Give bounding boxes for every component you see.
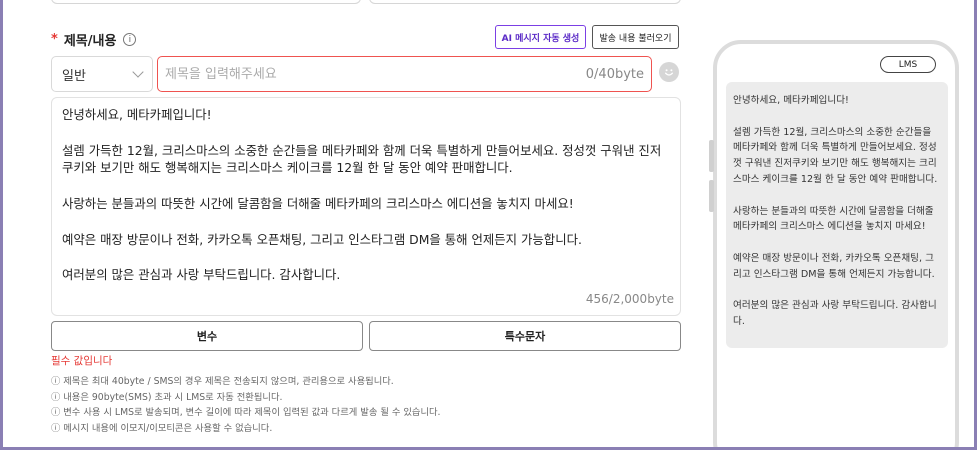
help-notes: ⓘ 제목은 최대 40byte / SMS의 경우 제목은 전송되지 않으며, … (51, 374, 441, 436)
message-byte-counter: 456/2,000byte (585, 292, 674, 307)
preview-message-bubble: 안녕하세요, 메타카페입니다! 설렘 가득한 12월, 크리스마스의 소중한 순… (726, 82, 948, 348)
phone-side-button (709, 180, 714, 212)
load-content-button[interactable]: 발송 내용 불러오기 (592, 25, 679, 49)
message-type-select[interactable]: 일반 (51, 56, 153, 92)
message-type-value: 일반 (62, 68, 86, 84)
phone-side-button (709, 140, 714, 172)
message-body-text: 안녕하세요, 메타카페입니다! 설렘 가득한 12월, 크리스마스의 소중한 순… (62, 107, 662, 283)
help-note: ⓘ 메시지 내용에 이모지/이모티콘은 사용할 수 없습니다. (51, 422, 273, 434)
message-body-textarea[interactable]: 안녕하세요, 메타카페입니다! 설렘 가득한 12월, 크리스마스의 소중한 순… (51, 97, 681, 316)
help-note: ⓘ 제목은 최대 40byte / SMS의 경우 제목은 전송되지 않으며, … (51, 376, 394, 387)
previous-field-right (369, 0, 681, 4)
ai-generate-button[interactable]: AI 메시지 자동 생성 (495, 25, 586, 49)
title-byte-counter: 0/40byte (585, 66, 644, 82)
title-input[interactable] (165, 66, 545, 82)
info-icon[interactable]: i (123, 33, 137, 46)
help-note: ⓘ 내용은 90byte(SMS) 초과 시 LMS로 자동 전환됩니다. (51, 391, 283, 403)
variable-button[interactable]: 변수 (51, 321, 363, 351)
required-error-message: 필수 값입니다 (51, 355, 113, 367)
field-label: 제목/내용 (63, 34, 117, 49)
emoji-icon[interactable] (659, 62, 679, 82)
field-label-row: * 제목/내용 i (51, 30, 137, 49)
special-chars-button[interactable]: 특수문자 (369, 321, 681, 351)
required-mark: * (51, 32, 58, 47)
help-note: ⓘ 변수 사용 시 LMS로 발송되며, 변수 길이에 따라 제목이 입력된 값… (51, 407, 441, 418)
preview-message-text: 안녕하세요, 메타카페입니다! 설렘 가득한 12월, 크리스마스의 소중한 순… (733, 95, 938, 328)
message-type-badge: LMS (880, 56, 936, 73)
title-input-wrapper: 0/40byte (157, 56, 652, 92)
chevron-down-icon (132, 66, 144, 78)
previous-field-left (51, 0, 361, 4)
